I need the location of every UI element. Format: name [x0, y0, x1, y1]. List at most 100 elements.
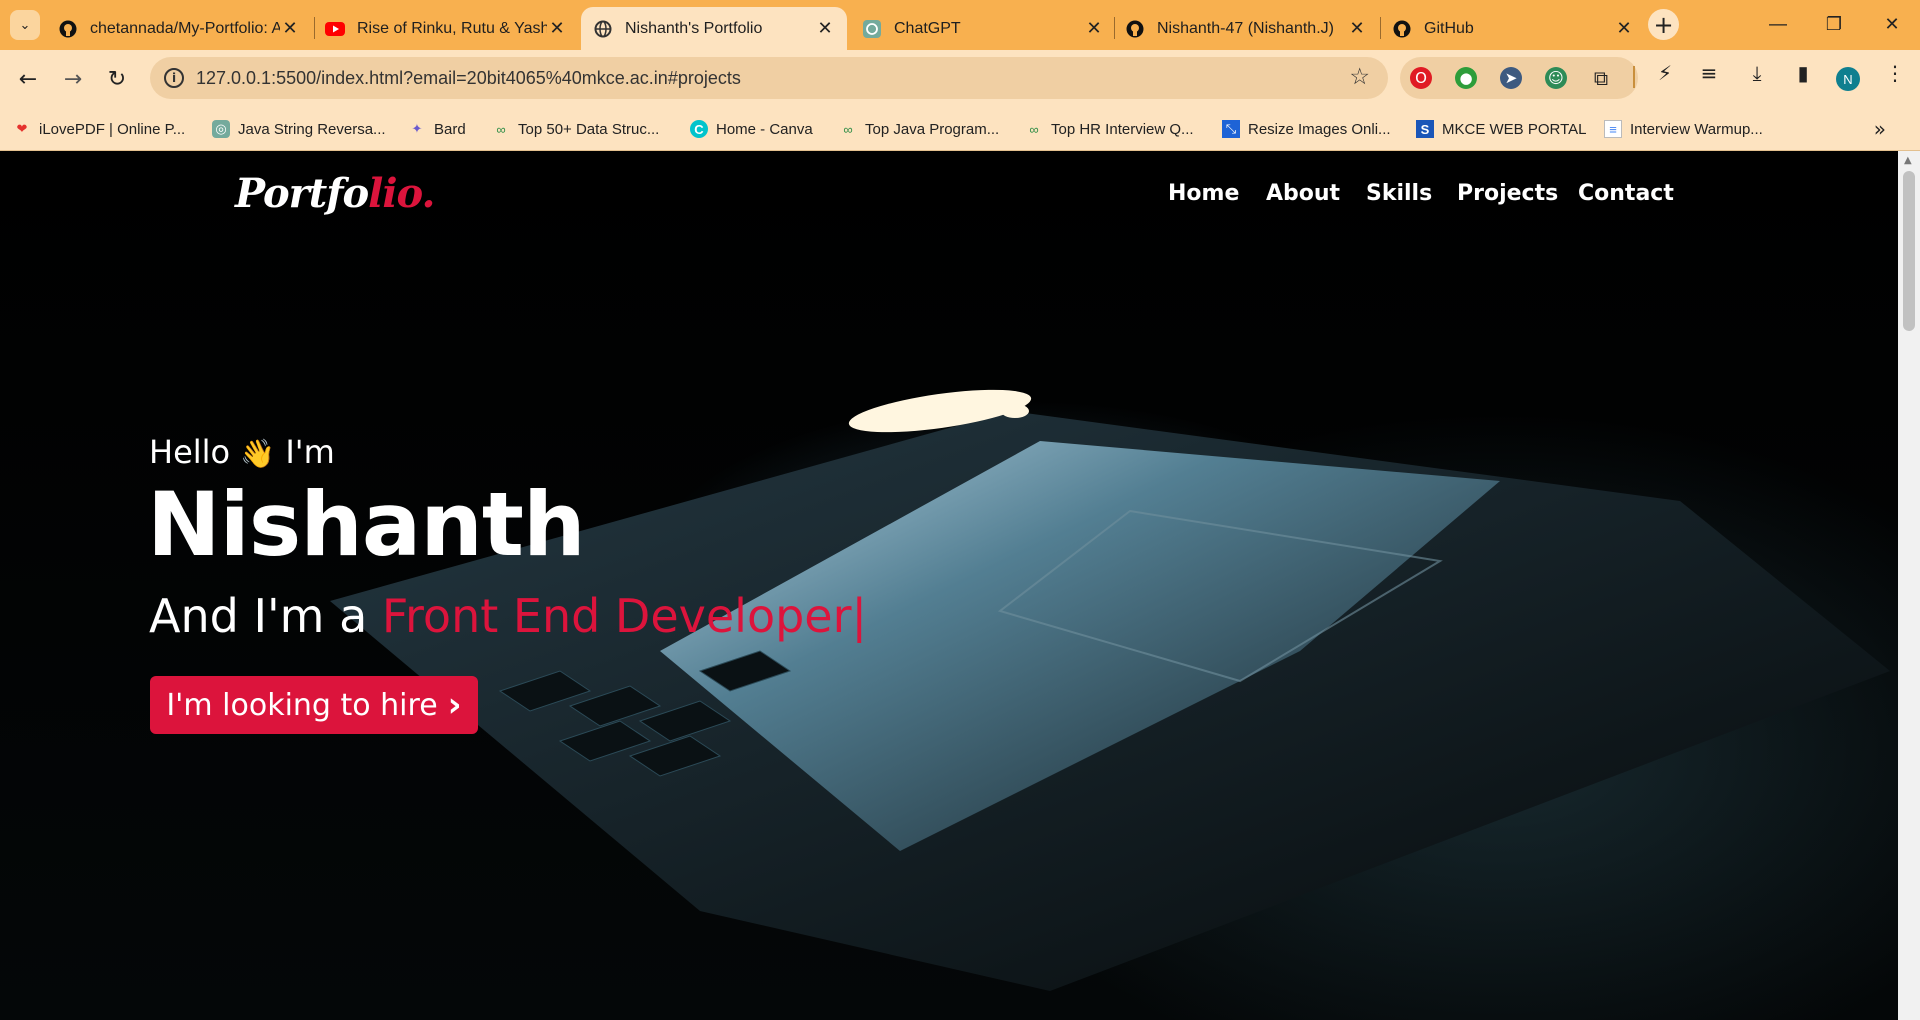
- opera-icon[interactable]: O: [1410, 67, 1432, 89]
- bookmark-mkce-portal[interactable]: S MKCE WEB PORTAL: [1416, 118, 1586, 140]
- bookmark-label: Java String Reversa...: [238, 120, 386, 138]
- tab-github-profile[interactable]: Nishanth-47 (Nishanth.J) ✕: [1113, 7, 1379, 50]
- greeting-text: Hello: [149, 433, 231, 471]
- tab-github[interactable]: GitHub ✕: [1380, 7, 1646, 50]
- tab-chatgpt[interactable]: ChatGPT ✕: [850, 7, 1116, 50]
- scroll-up-icon[interactable]: ▲: [1904, 155, 1912, 166]
- profile-avatar[interactable]: N: [1836, 67, 1860, 91]
- sparkle-icon: ✦: [411, 121, 423, 136]
- logo-accent-text: lio.: [368, 170, 435, 217]
- menu-kebab-icon[interactable]: ⋮: [1882, 60, 1908, 86]
- tab-strip: ⌄ chetannada/My-Portfolio: A p ✕ Rise of…: [0, 0, 1920, 50]
- extensions-area: O ● ➤ ☺ ⧉: [1400, 57, 1638, 99]
- gfg-icon: ∞: [843, 121, 853, 137]
- bookmark-label: Home - Canva: [716, 120, 813, 138]
- site-info-icon[interactable]: i: [164, 68, 184, 88]
- browser-toolbar: ← → ↻ i 127.0.0.1:5500/index.html?email=…: [0, 50, 1920, 107]
- scrollbar-thumb[interactable]: [1903, 171, 1915, 331]
- github-icon: [1125, 19, 1145, 39]
- tab-title: ChatGPT: [894, 19, 961, 37]
- role-typed-text: Front End Developer|: [381, 589, 867, 643]
- bookmark-interview-warmup[interactable]: ≡ Interview Warmup...: [1604, 118, 1763, 140]
- tab-github-portfolio[interactable]: chetannada/My-Portfolio: A p ✕: [46, 7, 312, 50]
- bookmark-label: Resize Images Onli...: [1248, 120, 1391, 138]
- close-icon[interactable]: ✕: [815, 18, 835, 39]
- close-icon[interactable]: ✕: [1347, 18, 1367, 39]
- bookmark-java-programs[interactable]: ∞ Top Java Program...: [839, 118, 999, 140]
- tab-youtube[interactable]: Rise of Rinku, Rutu & Yashasv ✕: [313, 7, 579, 50]
- globe-icon: [593, 19, 613, 39]
- close-icon[interactable]: ✕: [1084, 18, 1104, 39]
- portfolio-page: Portfolio. Home About Skills Projects Co…: [0, 151, 1898, 1020]
- bookmark-resize-images[interactable]: ⤡ Resize Images Onli...: [1222, 118, 1391, 140]
- chatgpt-icon: ◎: [212, 120, 230, 138]
- bookmarks-overflow-chevron-icon[interactable]: »: [1874, 117, 1886, 141]
- robot-extension-icon[interactable]: ☺: [1545, 67, 1567, 89]
- bookmark-bard[interactable]: ✦ Bard: [408, 118, 466, 140]
- nav-about-link[interactable]: About: [1266, 181, 1340, 206]
- performance-icon[interactable]: ⚡: [1652, 60, 1678, 86]
- resize-icon: ⤡: [1222, 120, 1240, 138]
- extensions-puzzle-icon[interactable]: ⧉: [1590, 66, 1612, 90]
- bookmark-label: Top HR Interview Q...: [1051, 120, 1194, 138]
- github-icon: [1392, 19, 1412, 39]
- bookmarks-bar: ❤ iLovePDF | Online P... ◎ Java String R…: [0, 107, 1920, 151]
- nav-projects-link[interactable]: Projects: [1457, 181, 1558, 206]
- forward-arrow-icon[interactable]: →: [58, 64, 88, 94]
- hire-button[interactable]: I'm looking to hire ›: [150, 676, 478, 734]
- hero-greeting: Hello 👋 I'm: [149, 433, 335, 471]
- address-bar[interactable]: i 127.0.0.1:5500/index.html?email=20bit4…: [150, 57, 1388, 99]
- laptop-image: [330, 389, 1890, 991]
- side-panel-icon[interactable]: ▮: [1790, 60, 1816, 86]
- logo-text: Portfo: [235, 170, 369, 217]
- reload-icon[interactable]: ↻: [102, 64, 132, 94]
- s-icon: S: [1416, 120, 1434, 138]
- greeting-text-end: I'm: [285, 433, 335, 471]
- bookmark-star-icon[interactable]: ☆: [1349, 64, 1370, 90]
- media-controls-icon[interactable]: ≡: [1696, 60, 1722, 86]
- close-icon[interactable]: ✕: [547, 18, 567, 39]
- site-logo[interactable]: Portfolio.: [235, 170, 435, 217]
- bookmark-canva[interactable]: C Home - Canva: [690, 118, 813, 140]
- nav-contact-link[interactable]: Contact: [1578, 181, 1674, 206]
- bookmark-label: MKCE WEB PORTAL: [1442, 120, 1587, 138]
- wave-icon: 👋: [240, 437, 276, 470]
- bookmark-label: Interview Warmup...: [1630, 120, 1763, 138]
- heart-icon: ❤: [16, 121, 28, 136]
- restore-icon[interactable]: ❐: [1822, 12, 1846, 36]
- bookmark-hr-interview[interactable]: ∞ Top HR Interview Q...: [1025, 118, 1194, 140]
- youtube-icon: [325, 19, 345, 39]
- chevron-right-icon: ›: [447, 685, 462, 725]
- cursor-extension-icon[interactable]: ➤: [1500, 67, 1522, 89]
- tab-search-button[interactable]: ⌄: [10, 10, 40, 40]
- url-text[interactable]: 127.0.0.1:5500/index.html?email=20bit406…: [196, 68, 741, 89]
- gfg-icon: ∞: [496, 121, 506, 137]
- toolbar-divider: [1633, 66, 1635, 88]
- new-tab-button[interactable]: +: [1648, 9, 1679, 40]
- earth-extension-icon[interactable]: ●: [1455, 67, 1477, 89]
- hire-button-label: I'm looking to hire: [166, 687, 438, 723]
- hero-role: And I'm a Front End Developer|: [149, 589, 867, 643]
- minimize-icon[interactable]: ―: [1766, 12, 1790, 36]
- page-scrollbar[interactable]: ▲: [1898, 151, 1920, 1020]
- gfg-icon: ∞: [1029, 121, 1039, 137]
- bookmark-data-structures[interactable]: ∞ Top 50+ Data Struc...: [492, 118, 659, 140]
- download-icon[interactable]: ⤓: [1744, 60, 1770, 86]
- tab-title: GitHub: [1424, 19, 1474, 37]
- close-icon[interactable]: ✕: [1614, 18, 1634, 39]
- back-arrow-icon[interactable]: ←: [13, 64, 43, 94]
- bookmark-ilovepdf[interactable]: ❤ iLovePDF | Online P...: [13, 118, 186, 140]
- canva-icon: C: [690, 120, 708, 138]
- tab-title: Nishanth-47 (Nishanth.J): [1157, 19, 1334, 37]
- bookmark-java-string[interactable]: ◎ Java String Reversa...: [212, 118, 386, 140]
- nav-skills-link[interactable]: Skills: [1366, 181, 1432, 206]
- chatgpt-icon: [862, 19, 882, 39]
- bookmark-label: iLovePDF | Online P...: [39, 120, 186, 138]
- tab-portfolio[interactable]: Nishanth's Portfolio ✕: [581, 7, 847, 50]
- nav-home-link[interactable]: Home: [1168, 181, 1239, 206]
- github-icon: [58, 19, 78, 39]
- bookmark-label: Top Java Program...: [865, 120, 1000, 138]
- window-close-icon[interactable]: ✕: [1880, 12, 1904, 36]
- doc-icon: ≡: [1604, 120, 1622, 138]
- close-icon[interactable]: ✕: [280, 18, 300, 39]
